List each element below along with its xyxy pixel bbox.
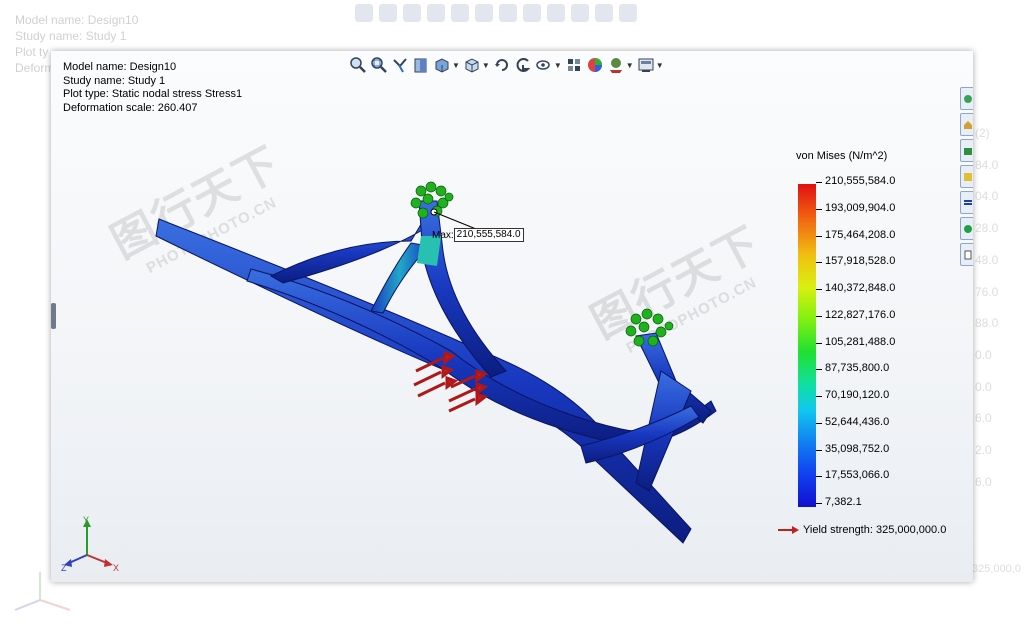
legend-tick [816,342,822,344]
document-tab[interactable] [960,243,973,266]
file-explorer-icon [963,147,972,155]
ghost-scale-value: 84.0 [975,157,999,172]
legend-value: 175,464,208.0 [825,228,896,241]
ghost-toolbar [355,4,637,22]
design-library-icon [963,120,972,129]
triad-z-label: Z [61,563,67,573]
task-pane-tabs [960,87,973,266]
legend-value: 52,644,436.0 [825,415,890,428]
legend-color-bar [798,184,816,507]
ghost-scale: (2) 84.0 04.0 28.0 48.0 76.0 88.0 0.0 0.0 6.0 2.0 6… [975,118,998,498]
ghost-model-name: Model name: Design10 [15,13,139,27]
design-library-tab[interactable] [960,113,973,136]
legend-tick [816,315,822,317]
legend-tick [816,182,822,183]
solidworks-resources-icon [963,94,972,103]
legend-tick [816,449,822,451]
legend-value: 7,382.1 [825,496,862,508]
legend-title: von Mises (N/m^2) [796,150,888,162]
legend-tick [816,369,822,371]
ghost-scale-value: 04.0 [975,189,999,204]
legend-tick [816,208,822,210]
custom-properties-icon [963,224,972,233]
ghost-study-name: Study name: Study 1 [15,29,127,43]
ghost-scale-value: (2) [975,126,990,140]
legend-tick [816,476,822,478]
legend-value: 193,009,904.0 [825,201,896,214]
reference-triad: Y X Z [61,515,119,573]
legend-tick [816,262,822,264]
appearances-icon [963,199,972,205]
appearances-tab[interactable] [960,191,973,214]
graphics-viewport[interactable]: Model name: Design10 Study name: Study 1… [51,51,973,582]
legend-value: 87,735,800.0 [825,362,890,375]
ghost-bottom-text: 325,000,0 [972,563,1021,575]
ghost-scale-value: 28.0 [975,221,999,236]
yield-strength-text: Yield strength: 325,000,000.0 [803,524,947,536]
ghost-scale-value: 88.0 [975,316,999,331]
solidworks-resources-tab[interactable] [960,87,973,110]
legend-value: 210,555,584.0 [825,175,896,187]
max-label-prefix: Max: [432,229,454,241]
legend-value: 122,827,176.0 [825,308,896,321]
ghost-scale-value: 2.0 [975,443,992,458]
legend-tick [816,396,822,397]
file-explorer-tab[interactable] [960,139,973,162]
ghost-scale-value: 48.0 [975,252,999,267]
feature-manager-grip[interactable] [51,303,56,329]
custom-properties-tab[interactable] [960,217,973,240]
legend-value: 105,281,488.0 [825,335,896,348]
legend-tick [816,422,822,424]
legend-value: 70,190,120.0 [825,389,890,401]
max-label-value: 210,555,584.0 [453,228,524,242]
view-palette-icon [963,172,972,181]
triad-y-label: Y [83,515,89,525]
document-icon [964,250,971,259]
yield-strength-label: Yield strength: 325,000,000.0 [778,524,946,536]
ghost-scale-value: 76.0 [975,284,999,299]
ghost-scale-value: 0.0 [975,347,992,362]
legend-value: 17,553,066.0 [825,469,890,482]
view-palette-tab[interactable] [960,165,973,188]
ghost-scale-value: 6.0 [975,411,992,426]
legend-tick [816,503,822,504]
ghost-scale-value: 0.0 [975,379,992,394]
legend-value: 140,372,848.0 [825,282,896,294]
legend-value: 35,098,752.0 [825,442,890,455]
legend-tick [816,289,822,290]
ghost-scale-value: 6.0 [975,474,992,489]
legend-value: 157,918,528.0 [825,255,896,268]
max-value-label: Max: 210,555,584.0 [432,228,524,242]
legend-tick [816,235,822,237]
triad-x-label: X [113,563,119,573]
yield-arrow-icon [778,526,799,534]
